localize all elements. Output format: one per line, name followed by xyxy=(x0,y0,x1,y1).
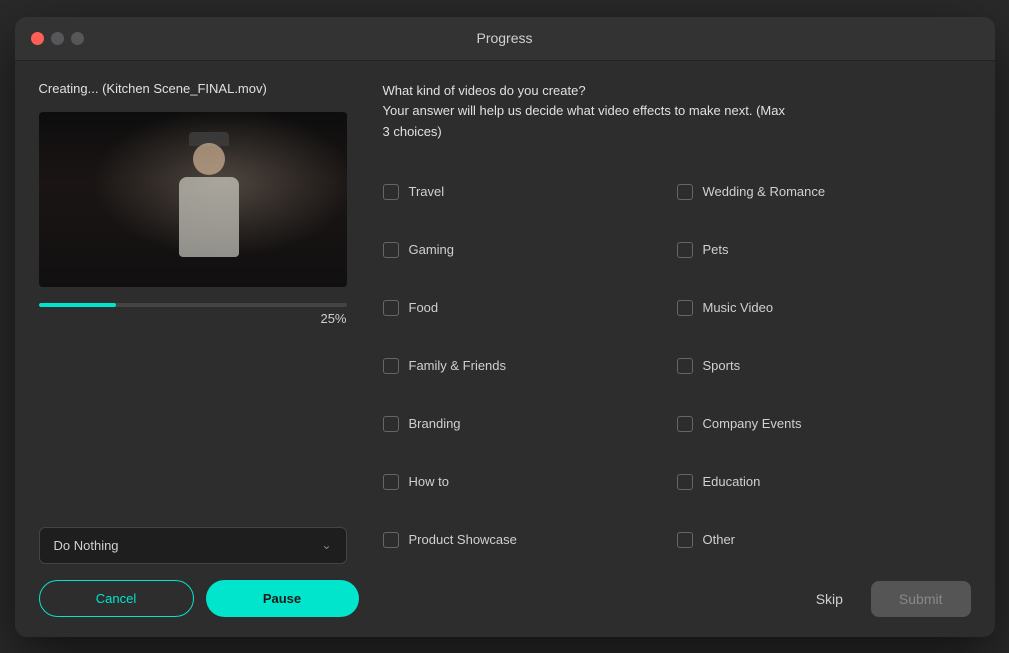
progress-fill xyxy=(39,303,116,307)
checkbox-item-food[interactable]: Food xyxy=(383,279,677,337)
checkbox-item-music[interactable]: Music Video xyxy=(677,279,971,337)
checkbox-label-family: Family & Friends xyxy=(409,358,507,373)
dropdown-value: Do Nothing xyxy=(54,538,119,553)
checkbox-travel[interactable] xyxy=(383,184,399,200)
dropdown-container: Do Nothing ⌄ xyxy=(39,527,347,564)
checkbox-item-howto[interactable]: How to xyxy=(383,453,677,511)
progress-container: 25% xyxy=(39,303,347,326)
checkbox-item-other[interactable]: Other xyxy=(677,511,971,569)
checkbox-label-wedding: Wedding & Romance xyxy=(703,184,826,199)
video-preview xyxy=(39,112,347,287)
checkbox-item-wedding[interactable]: Wedding & Romance xyxy=(677,163,971,221)
window-title: Progress xyxy=(476,30,532,46)
checkbox-food[interactable] xyxy=(383,300,399,316)
bottom-actions: Skip Submit xyxy=(383,581,971,617)
checkbox-item-education[interactable]: Education xyxy=(677,453,971,511)
checkbox-label-travel: Travel xyxy=(409,184,445,199)
close-button[interactable] xyxy=(31,32,44,45)
checkboxes-grid: Travel Wedding & Romance Gaming Pets xyxy=(383,163,971,569)
checkbox-item-branding[interactable]: Branding xyxy=(383,395,677,453)
checkbox-item-pets[interactable]: Pets xyxy=(677,221,971,279)
question-text: What kind of videos do you create? Your … xyxy=(383,81,971,143)
traffic-lights xyxy=(31,32,84,45)
checkbox-pets[interactable] xyxy=(677,242,693,258)
chevron-down-icon: ⌄ xyxy=(321,538,331,552)
title-bar: Progress xyxy=(15,17,995,61)
checkbox-label-product: Product Showcase xyxy=(409,532,517,547)
checkbox-label-gaming: Gaming xyxy=(409,242,455,257)
left-panel: Creating... (Kitchen Scene_FINAL.mov) 25… xyxy=(39,81,359,617)
right-panel: What kind of videos do you create? Your … xyxy=(383,81,971,617)
checkbox-education[interactable] xyxy=(677,474,693,490)
checkbox-label-other: Other xyxy=(703,532,736,547)
cancel-button[interactable]: Cancel xyxy=(39,580,194,617)
minimize-button[interactable] xyxy=(51,32,64,45)
pause-button[interactable]: Pause xyxy=(206,580,359,617)
head xyxy=(193,143,225,175)
checkbox-item-family[interactable]: Family & Friends xyxy=(383,337,677,395)
checkbox-gaming[interactable] xyxy=(383,242,399,258)
checkbox-item-sports[interactable]: Sports xyxy=(677,337,971,395)
checkbox-branding[interactable] xyxy=(383,416,399,432)
checkbox-sports[interactable] xyxy=(677,358,693,374)
checkbox-item-travel[interactable]: Travel xyxy=(383,163,677,221)
creating-label: Creating... (Kitchen Scene_FINAL.mov) xyxy=(39,81,359,96)
checkbox-label-food: Food xyxy=(409,300,439,315)
checkbox-label-howto: How to xyxy=(409,474,449,489)
checkbox-product[interactable] xyxy=(383,532,399,548)
checkbox-company[interactable] xyxy=(677,416,693,432)
checkbox-label-pets: Pets xyxy=(703,242,729,257)
checkbox-howto[interactable] xyxy=(383,474,399,490)
checkbox-item-product[interactable]: Product Showcase xyxy=(383,511,677,569)
main-window: Progress Creating... (Kitchen Scene_FINA… xyxy=(15,17,995,637)
maximize-button[interactable] xyxy=(71,32,84,45)
main-content: Creating... (Kitchen Scene_FINAL.mov) 25… xyxy=(15,61,995,637)
checkbox-other[interactable] xyxy=(677,532,693,548)
submit-button[interactable]: Submit xyxy=(871,581,971,617)
checkbox-item-company[interactable]: Company Events xyxy=(677,395,971,453)
checkbox-item-gaming[interactable]: Gaming xyxy=(383,221,677,279)
progress-track xyxy=(39,303,347,307)
checkbox-label-branding: Branding xyxy=(409,416,461,431)
checkbox-label-company: Company Events xyxy=(703,416,802,431)
action-buttons: Cancel Pause xyxy=(39,580,359,617)
checkbox-wedding[interactable] xyxy=(677,184,693,200)
checkbox-music[interactable] xyxy=(677,300,693,316)
body xyxy=(179,177,239,257)
completion-dropdown[interactable]: Do Nothing ⌄ xyxy=(39,527,347,564)
checkbox-family[interactable] xyxy=(383,358,399,374)
person-figure xyxy=(164,129,254,279)
checkbox-label-sports: Sports xyxy=(703,358,741,373)
video-thumbnail xyxy=(39,112,347,287)
checkbox-label-music: Music Video xyxy=(703,300,774,315)
skip-button[interactable]: Skip xyxy=(804,583,855,615)
progress-percent: 25% xyxy=(39,311,347,326)
checkbox-label-education: Education xyxy=(703,474,761,489)
